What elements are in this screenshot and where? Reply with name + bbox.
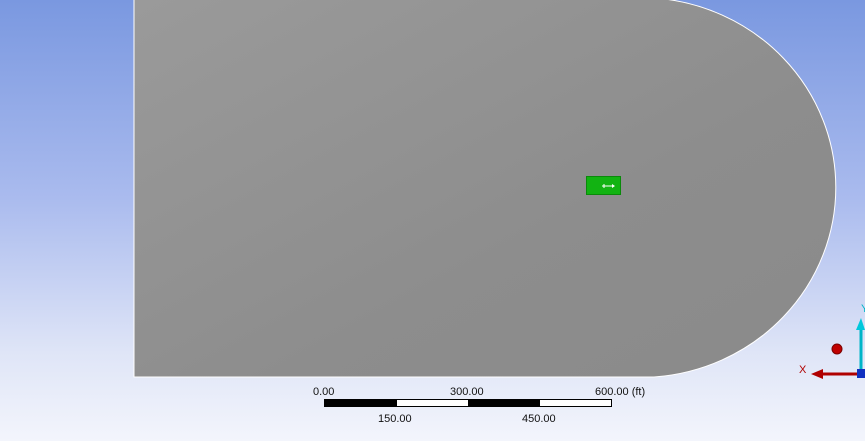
z-axis-stub <box>857 369 865 378</box>
scale-bar <box>324 399 612 407</box>
scale-label-300: 300.00 <box>450 386 484 398</box>
domain-body-face[interactable] <box>133 0 837 378</box>
graphics-viewport[interactable]: 0.00 300.00 600.00 (ft) 150.00 450.00 Y … <box>0 0 865 441</box>
scale-segment-2 <box>397 400 469 406</box>
scale-label-0: 0.00 <box>313 386 335 398</box>
scale-segment-1 <box>325 400 397 406</box>
scale-segment-3 <box>468 400 540 406</box>
probe-marker[interactable] <box>586 176 621 195</box>
scale-label-450: 450.00 <box>522 413 556 425</box>
triad-iso-ball <box>831 343 843 355</box>
axis-triad[interactable]: Y X <box>795 300 865 390</box>
y-axis-label: Y <box>861 303 865 315</box>
x-axis-label: X <box>799 364 807 376</box>
scale-segment-4 <box>540 400 612 406</box>
scale-label-600-units: 600.00 (ft) <box>595 386 646 398</box>
model-geometry[interactable] <box>0 0 865 441</box>
flow-arrow-icon <box>602 184 615 188</box>
scale-label-150: 150.00 <box>378 413 412 425</box>
y-axis-arrowhead <box>856 318 865 330</box>
x-axis-arrowhead <box>811 369 823 379</box>
